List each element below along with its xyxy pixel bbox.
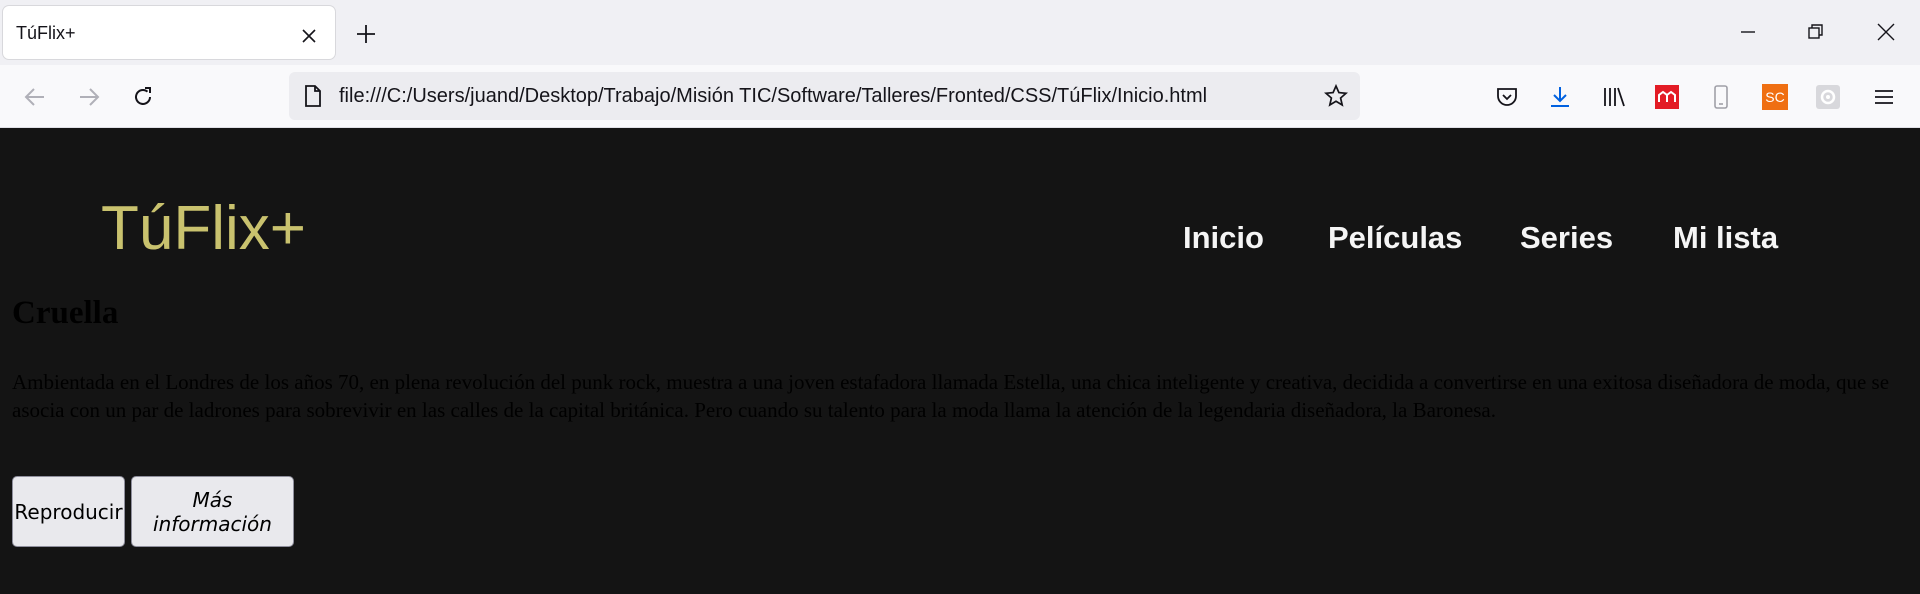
back-icon[interactable] <box>23 85 47 109</box>
reload-icon[interactable] <box>131 85 155 109</box>
more-info-button[interactable]: Más información <box>131 476 294 547</box>
minimize-icon[interactable] <box>1738 22 1758 42</box>
menu-icon[interactable] <box>1871 84 1897 110</box>
browser-tab[interactable]: TúFlix+ <box>3 6 335 59</box>
nav-link-mi-lista[interactable]: Mi lista <box>1673 220 1778 256</box>
site-logo[interactable]: TúFlix+ <box>101 193 306 264</box>
downloads-icon[interactable] <box>1547 84 1573 110</box>
nav-link-inicio[interactable]: Inicio <box>1183 220 1264 256</box>
pocket-icon[interactable] <box>1494 84 1520 110</box>
url-bar[interactable]: file:///C:/Users/juand/Desktop/Trabajo/M… <box>289 72 1360 120</box>
close-icon[interactable] <box>302 29 316 43</box>
device-icon[interactable] <box>1708 84 1734 110</box>
restore-icon[interactable] <box>1806 22 1826 42</box>
page-icon <box>305 85 321 107</box>
page-content: TúFlix+ Inicio Películas Series Mi lista… <box>0 128 1920 594</box>
extension-sc-icon[interactable]: SC <box>1762 84 1788 110</box>
movie-title: Cruella <box>12 295 119 331</box>
forward-icon[interactable] <box>77 85 101 109</box>
window-close-icon[interactable] <box>1876 22 1896 42</box>
nav-link-peliculas[interactable]: Películas <box>1328 220 1462 256</box>
extension-red-icon[interactable] <box>1654 84 1680 110</box>
tab-title: TúFlix+ <box>16 23 76 43</box>
bookmark-star-icon[interactable] <box>1324 84 1348 108</box>
extension-gear-icon[interactable] <box>1815 84 1841 110</box>
url-text[interactable]: file:///C:/Users/juand/Desktop/Trabajo/M… <box>339 85 1207 108</box>
tab-strip: TúFlix+ <box>0 0 1920 65</box>
library-icon[interactable] <box>1601 84 1627 110</box>
movie-description: Ambientada en el Londres de los años 70,… <box>12 370 1890 422</box>
nav-link-series[interactable]: Series <box>1520 220 1613 256</box>
new-tab-icon[interactable] <box>356 24 376 44</box>
nav-toolbar: file:///C:/Users/juand/Desktop/Trabajo/M… <box>0 65 1920 128</box>
play-button[interactable]: Reproducir <box>12 476 125 547</box>
